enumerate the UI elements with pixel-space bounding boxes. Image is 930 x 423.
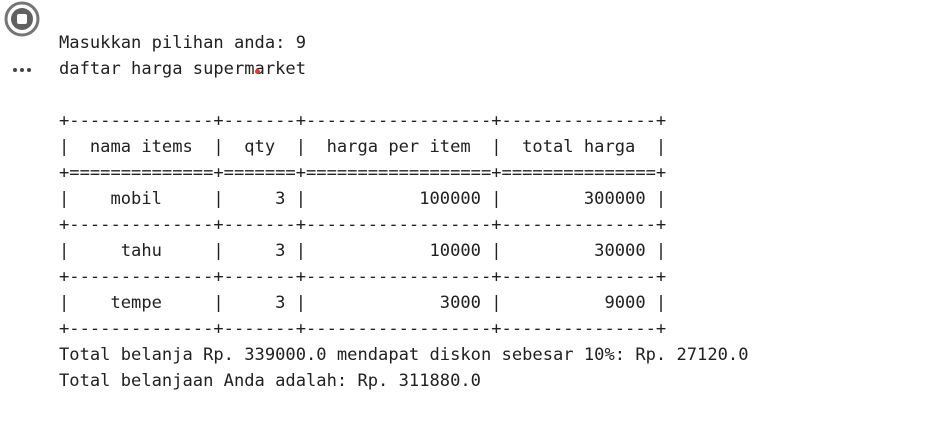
- cell-gutter: [0, 0, 48, 423]
- cursor-dot: [255, 69, 260, 74]
- more-options-button[interactable]: [8, 60, 36, 80]
- table-header-separator: +==============+=======+================…: [59, 163, 667, 183]
- stop-circle-icon: [4, 1, 40, 37]
- table-row: | mobil | 3 | 100000 | 300000 |: [59, 189, 667, 209]
- run-cell-button[interactable]: [2, 1, 40, 39]
- table-border-top: +--------------+-------+----------------…: [59, 111, 667, 131]
- input-prompt-line: Masukkan pilihan anda: 9: [59, 33, 306, 53]
- table-row-separator: +--------------+-------+----------------…: [59, 267, 667, 287]
- more-horizontal-icon: [13, 68, 17, 72]
- total-line: Total belanjaan Anda adalah: Rp. 311880.…: [59, 371, 481, 391]
- table-row-separator: +--------------+-------+----------------…: [59, 215, 667, 235]
- table-header-row: | nama items | qty | harga per item | to…: [59, 137, 667, 157]
- discount-summary-line: Total belanja Rp. 339000.0 mendapat disk…: [59, 345, 749, 365]
- cell-output: Masukkan pilihan anda: 9 daftar harga sup…: [59, 30, 749, 394]
- table-border-bottom: +--------------+-------+----------------…: [59, 319, 667, 339]
- table-row: | tahu | 3 | 10000 | 30000 |: [59, 241, 667, 261]
- output-heading-line: daftar harga supermarket: [59, 59, 306, 79]
- table-row: | tempe | 3 | 3000 | 9000 |: [59, 293, 667, 313]
